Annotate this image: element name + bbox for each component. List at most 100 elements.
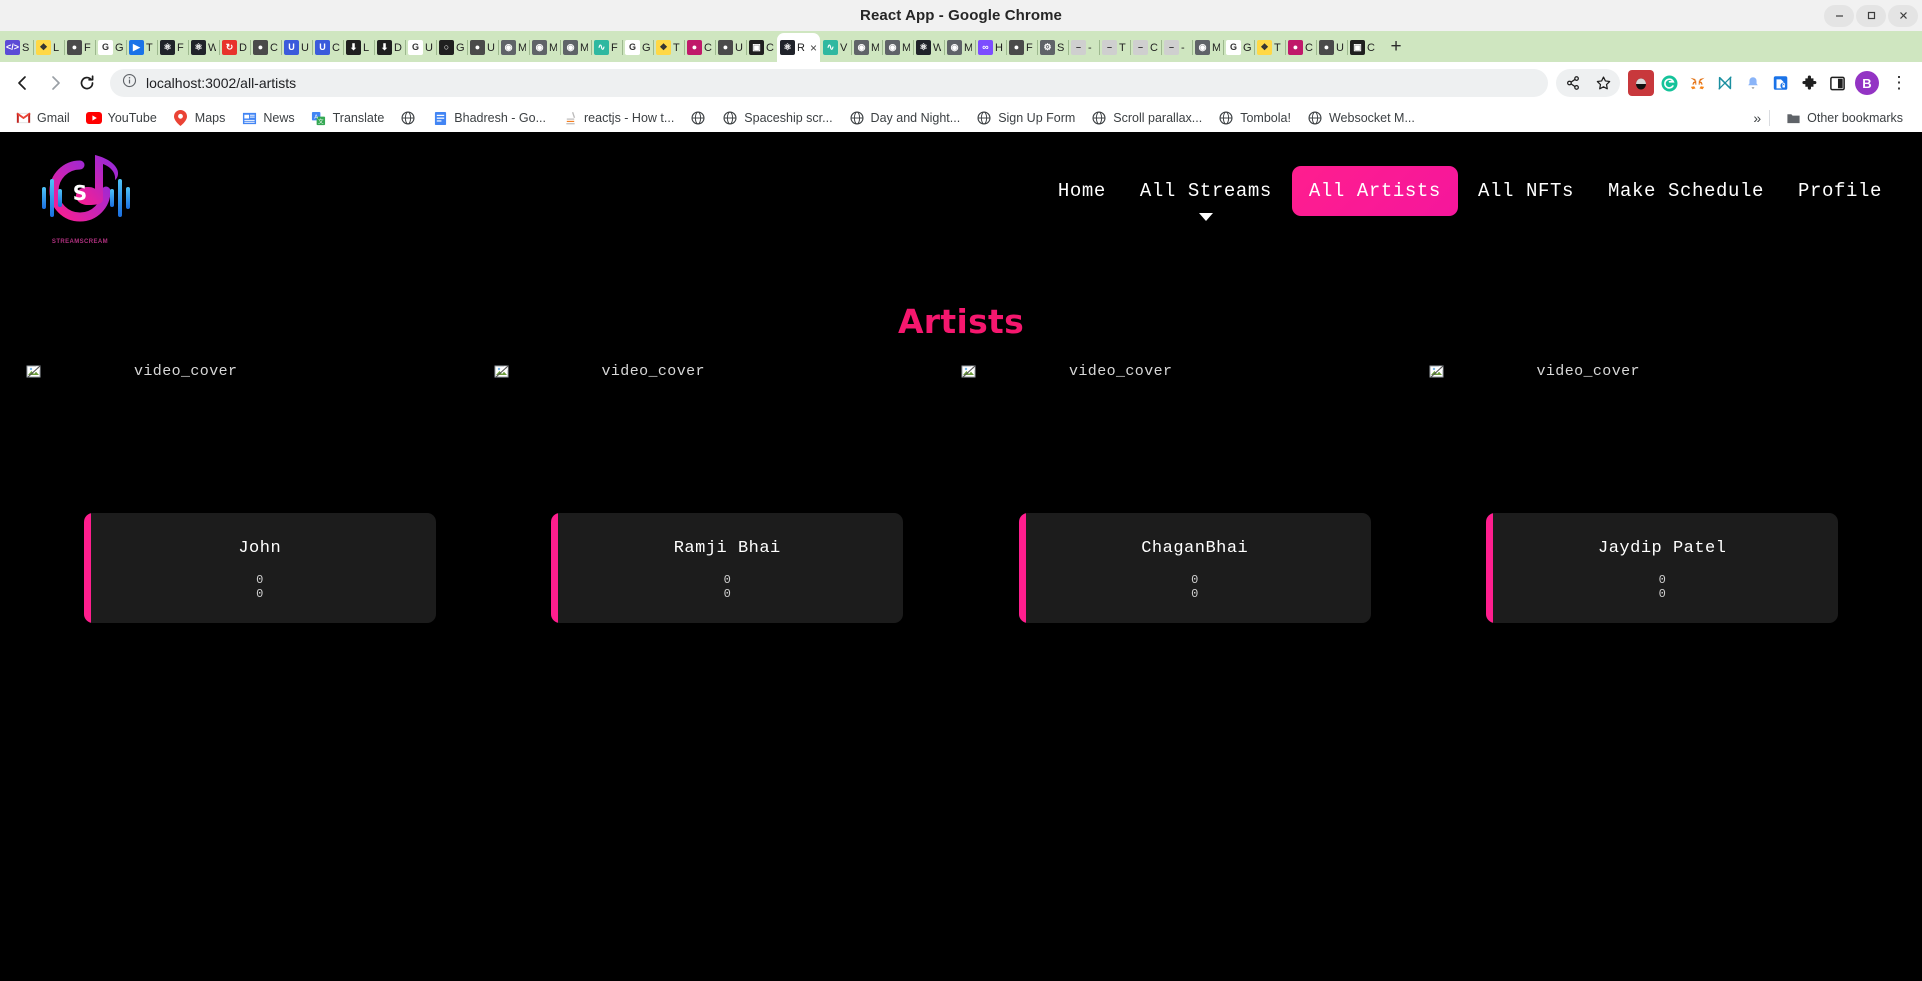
tab[interactable]: ▣ C: [746, 33, 777, 62]
tab[interactable]: UU: [281, 33, 312, 62]
tab[interactable]: ∞ H: [975, 33, 1006, 62]
tab[interactable]: ● F: [1006, 33, 1037, 62]
bookmark-item[interactable]: Day and Night...: [842, 107, 968, 129]
bookmark-item[interactable]: [393, 107, 423, 129]
tab[interactable]: </> S: [2, 33, 33, 62]
tab[interactable]: ◉ M: [1192, 33, 1223, 62]
grammarly-extension-icon[interactable]: [1656, 70, 1682, 96]
nifty-extension-icon[interactable]: [1712, 70, 1738, 96]
tab[interactable]: ● F: [64, 33, 95, 62]
tab[interactable]: ● C: [684, 33, 715, 62]
bookmark-item[interactable]: Bhadresh - Go...: [425, 107, 553, 129]
bookmark-item[interactable]: A 文 Translate: [304, 107, 392, 129]
tab[interactable]: GG: [95, 33, 126, 62]
tab-close-icon[interactable]: ×: [810, 42, 817, 54]
tab[interactable]: ● C: [1285, 33, 1316, 62]
tab[interactable]: ⚙ S: [1037, 33, 1068, 62]
tab[interactable]: ⚛ W: [188, 33, 219, 62]
nav-item-make-schedule[interactable]: Make Schedule: [1594, 171, 1778, 211]
tab[interactable]: ∿ F: [591, 33, 622, 62]
profile-avatar[interactable]: B: [1852, 68, 1882, 98]
cover-image-broken[interactable]: video_cover: [961, 363, 1429, 380]
tab[interactable]: ↻ D: [219, 33, 250, 62]
bookmark-item[interactable]: Scroll parallax...: [1084, 107, 1209, 129]
split-screen-icon[interactable]: [1824, 70, 1850, 96]
tab[interactable]: ❖ T: [1254, 33, 1285, 62]
back-button[interactable]: [8, 68, 38, 98]
tab[interactable]: ▣ C: [1347, 33, 1378, 62]
cover-image-broken[interactable]: video_cover: [26, 363, 494, 380]
address-bar[interactable]: localhost:3002/all-artists: [110, 69, 1548, 97]
tab[interactable]: ● U: [467, 33, 498, 62]
tab[interactable]: ◉ M: [529, 33, 560, 62]
cover-image-broken[interactable]: video_cover: [1429, 363, 1897, 380]
tab[interactable]: ◉ M: [882, 33, 913, 62]
other-bookmarks-button[interactable]: Other bookmarks: [1778, 107, 1910, 129]
nav-item-profile[interactable]: Profile: [1784, 171, 1896, 211]
tab[interactable]: GU: [405, 33, 436, 62]
share-icon[interactable]: [1558, 68, 1588, 98]
site-nav[interactable]: Home All Streams All Artists All NFTs Make S…: [1044, 166, 1896, 221]
tab[interactable]: ▶ T: [126, 33, 157, 62]
tab[interactable]: UC: [312, 33, 343, 62]
tab[interactable]: – -: [1161, 33, 1192, 62]
bookmark-item[interactable]: Spaceship scr...: [715, 107, 839, 129]
bookmark-item[interactable]: YouTube: [79, 107, 164, 129]
minimize-button[interactable]: [1824, 4, 1854, 27]
tab[interactable]: ● C: [250, 33, 281, 62]
tab[interactable]: ❖ L: [33, 33, 64, 62]
ladybug-extension-icon[interactable]: [1628, 70, 1654, 96]
maximize-button[interactable]: [1856, 4, 1886, 27]
artist-card[interactable]: Ramji Bhai 0 0: [551, 513, 904, 623]
nav-item-all-nfts[interactable]: All NFTs: [1464, 171, 1588, 211]
tab[interactable]: ● U: [1316, 33, 1347, 62]
tab[interactable]: – T: [1099, 33, 1130, 62]
reload-button[interactable]: [72, 68, 102, 98]
bookmark-item[interactable]: Sign Up Form: [969, 107, 1082, 129]
tab[interactable]: ⚛ F: [157, 33, 188, 62]
nav-item-all-artists[interactable]: All Artists: [1291, 166, 1458, 216]
lock-extension-icon[interactable]: [1768, 70, 1794, 96]
tab[interactable]: ❖ T: [653, 33, 684, 62]
new-tab-button[interactable]: +: [1382, 33, 1410, 61]
tab[interactable]: ◉ M: [498, 33, 529, 62]
forward-button[interactable]: [40, 68, 70, 98]
nav-item-home[interactable]: Home: [1044, 171, 1120, 211]
chevron-down-icon[interactable]: [1198, 213, 1213, 221]
bookmark-item[interactable]: News: [234, 107, 301, 129]
tab[interactable]: ⚛ W: [913, 33, 944, 62]
tab[interactable]: ∿ V: [820, 33, 851, 62]
bookmark-item[interactable]: Tombola!: [1211, 107, 1298, 129]
tab-strip[interactable]: </> S ❖ L ● F G G ▶ T ⚛ F ⚛ W ↻ D ● C U U U C ⬇ L ⬇ D G U ○ G ● U ◉ M ◉ M ◉ M…: [0, 31, 1922, 62]
nav-item-all-streams[interactable]: All Streams: [1126, 171, 1286, 221]
tab[interactable]: ◉ M: [851, 33, 882, 62]
metamask-extension-icon[interactable]: [1684, 70, 1710, 96]
bookmark-item[interactable]: Maps: [166, 107, 233, 129]
tab[interactable]: GG: [1223, 33, 1254, 62]
tab[interactable]: ○ G: [436, 33, 467, 62]
tab[interactable]: ⬇ L: [343, 33, 374, 62]
tab[interactable]: – C: [1130, 33, 1161, 62]
artist-card[interactable]: ChaganBhai 0 0: [1018, 513, 1371, 623]
close-button[interactable]: [1888, 4, 1918, 27]
tab[interactable]: ● U: [715, 33, 746, 62]
chrome-menu-button[interactable]: ⋮: [1884, 68, 1914, 98]
site-info-icon[interactable]: [122, 73, 137, 93]
tab[interactable]: – -: [1068, 33, 1099, 62]
tab[interactable]: ◉ M: [560, 33, 591, 62]
puzzle-extensions-icon[interactable]: [1796, 70, 1822, 96]
active-tab[interactable]: ⚛ R ×: [777, 33, 820, 62]
bookmark-item[interactable]: [683, 107, 713, 129]
bookmark-item[interactable]: reactjs - How t...: [555, 107, 681, 129]
artist-card[interactable]: Jaydip Patel 0 0: [1486, 513, 1839, 623]
tab[interactable]: ⬇ D: [374, 33, 405, 62]
tab[interactable]: GG: [622, 33, 653, 62]
bookmark-item[interactable]: Gmail: [8, 107, 77, 129]
bell-extension-icon[interactable]: [1740, 70, 1766, 96]
bookmark-item[interactable]: Websocket M...: [1300, 107, 1422, 129]
tab[interactable]: ◉ M: [944, 33, 975, 62]
url-text[interactable]: localhost:3002/all-artists: [146, 75, 296, 91]
bookmarks-overflow-chevron[interactable]: »: [1753, 110, 1761, 126]
site-logo[interactable]: S STREAMSCREAM: [26, 139, 134, 245]
star-icon[interactable]: [1588, 68, 1618, 98]
